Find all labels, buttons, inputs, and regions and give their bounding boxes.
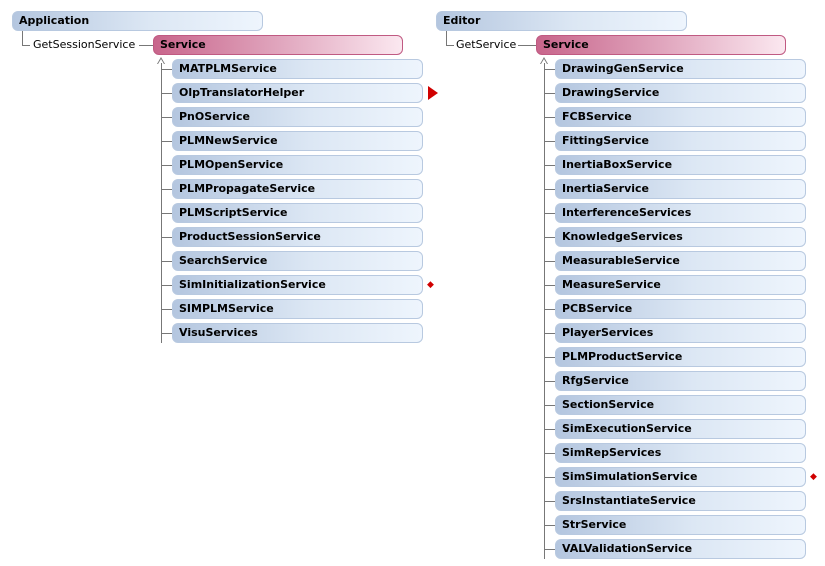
service-node-PlayerServices[interactable]: PlayerServices	[555, 323, 806, 343]
child-connector	[161, 141, 172, 142]
service-node-VisuServices[interactable]: VisuServices	[172, 323, 423, 343]
service-node-DrawingGenService[interactable]: DrawingGenService	[555, 59, 806, 79]
right-service-node[interactable]: Service	[536, 35, 786, 55]
service-node-InertiaService[interactable]: InertiaService	[555, 179, 806, 199]
child-connector	[544, 333, 555, 334]
right-root-node[interactable]: Editor	[436, 11, 687, 31]
service-node-SrsInstantiateService[interactable]: SrsInstantiateService	[555, 491, 806, 511]
service-node-SearchService[interactable]: SearchService	[172, 251, 423, 271]
service-node-PLMPropagateService[interactable]: PLMPropagateService	[172, 179, 423, 199]
diamond-marker-icon: ◆	[810, 472, 817, 482]
left-service-node[interactable]: Service	[153, 35, 403, 55]
child-connector	[544, 69, 555, 70]
child-connector	[161, 69, 172, 70]
expand-marker-icon[interactable]	[428, 86, 438, 100]
left-root-node[interactable]: Application	[12, 11, 263, 31]
connector-line	[139, 45, 153, 46]
child-connector	[161, 285, 172, 286]
child-connector	[161, 117, 172, 118]
child-connector	[544, 165, 555, 166]
child-connector	[544, 549, 555, 550]
child-connector	[544, 381, 555, 382]
inheritance-line	[161, 63, 162, 343]
child-connector	[544, 525, 555, 526]
service-node-SimExecutionService[interactable]: SimExecutionService	[555, 419, 806, 439]
service-node-FittingService[interactable]: FittingService	[555, 131, 806, 151]
child-connector	[161, 93, 172, 94]
child-connector	[544, 477, 555, 478]
child-connector	[544, 237, 555, 238]
child-connector	[161, 237, 172, 238]
service-node-SimInitializationService[interactable]: SimInitializationService	[172, 275, 423, 295]
child-connector	[161, 165, 172, 166]
child-connector	[544, 285, 555, 286]
child-connector	[544, 141, 555, 142]
service-node-MATPLMService[interactable]: MATPLMService	[172, 59, 423, 79]
service-node-MeasurableService[interactable]: MeasurableService	[555, 251, 806, 271]
child-connector	[544, 405, 555, 406]
service-node-SimRepServices[interactable]: SimRepServices	[555, 443, 806, 463]
connector-line	[22, 45, 30, 46]
child-connector	[544, 501, 555, 502]
diamond-marker-icon: ◆	[427, 280, 434, 290]
service-node-InterferenceServices[interactable]: InterferenceServices	[555, 203, 806, 223]
service-node-PLMOpenService[interactable]: PLMOpenService	[172, 155, 423, 175]
service-node-PCBService[interactable]: PCBService	[555, 299, 806, 319]
child-connector	[544, 429, 555, 430]
service-node-OlpTranslatorHelper[interactable]: OlpTranslatorHelper	[172, 83, 423, 103]
service-node-SIMPLMService[interactable]: SIMPLMService	[172, 299, 423, 319]
service-node-KnowledgeServices[interactable]: KnowledgeServices	[555, 227, 806, 247]
child-connector	[544, 261, 555, 262]
child-connector	[161, 189, 172, 190]
service-node-PLMScriptService[interactable]: PLMScriptService	[172, 203, 423, 223]
service-node-PnOService[interactable]: PnOService	[172, 107, 423, 127]
service-node-InertiaBoxService[interactable]: InertiaBoxService	[555, 155, 806, 175]
service-node-MeasureService[interactable]: MeasureService	[555, 275, 806, 295]
service-node-StrService[interactable]: StrService	[555, 515, 806, 535]
service-node-SectionService[interactable]: SectionService	[555, 395, 806, 415]
service-node-FCBService[interactable]: FCBService	[555, 107, 806, 127]
connector-line	[518, 45, 536, 46]
service-node-VALValidationService[interactable]: VALValidationService	[555, 539, 806, 559]
child-connector	[161, 213, 172, 214]
connector-line	[446, 31, 447, 45]
service-node-PLMProductService[interactable]: PLMProductService	[555, 347, 806, 367]
child-connector	[544, 117, 555, 118]
child-connector	[544, 213, 555, 214]
child-connector	[161, 333, 172, 334]
connector-line	[446, 45, 454, 46]
child-connector	[544, 357, 555, 358]
child-connector	[544, 453, 555, 454]
service-node-DrawingService[interactable]: DrawingService	[555, 83, 806, 103]
left-relation-label: GetSessionService	[33, 38, 136, 51]
child-connector	[161, 309, 172, 310]
right-relation-label: GetService	[456, 38, 517, 51]
child-connector	[544, 93, 555, 94]
inheritance-line	[544, 63, 545, 559]
service-node-PLMNewService[interactable]: PLMNewService	[172, 131, 423, 151]
service-node-SimSimulationService[interactable]: SimSimulationService	[555, 467, 806, 487]
child-connector	[544, 309, 555, 310]
service-node-ProductSessionService[interactable]: ProductSessionService	[172, 227, 423, 247]
service-node-RfgService[interactable]: RfgService	[555, 371, 806, 391]
child-connector	[161, 261, 172, 262]
child-connector	[544, 189, 555, 190]
connector-line	[22, 31, 23, 45]
